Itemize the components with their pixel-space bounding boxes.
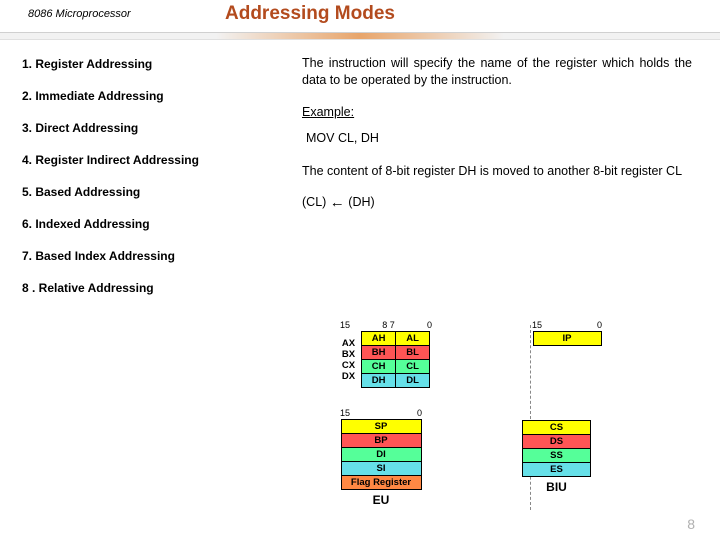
assignment-line: (CL) ← (DH) [302, 194, 692, 211]
reg-cell: DH [362, 374, 396, 388]
bit-label: 15 [340, 408, 350, 418]
reg-label: DX [342, 371, 355, 382]
assign-right: (DH) [348, 195, 374, 209]
reg-label: AX [342, 338, 355, 349]
title-underline [0, 32, 720, 40]
reg-cell: CS [523, 421, 591, 435]
reg-cell: CL [396, 360, 430, 374]
modes-list: 1. Register Addressing 2. Immediate Addr… [22, 55, 272, 313]
biu-registers: CS DS SS ES BIU [522, 408, 591, 507]
reg-cell: ES [523, 463, 591, 477]
register-diagram: 15 8 7 0 AX BX CX DX AHAL BHBL CHCL DHDL [340, 320, 690, 527]
arrow-left-icon: ← [330, 194, 345, 211]
bit-label: 15 [340, 320, 350, 330]
bit-label: 0 [417, 408, 422, 418]
bit-label: 0 [597, 320, 602, 330]
reg-cell: AH [362, 332, 396, 346]
page-title: Addressing Modes [225, 3, 395, 25]
eu-registers: 15 0 SP BP DI SI Flag Register EU [340, 408, 422, 507]
mode-item: 7. Based Index Addressing [22, 249, 272, 263]
reg-cell: SP [341, 420, 421, 434]
ip-register: 15 0 IP [532, 320, 602, 388]
mode-item: 8 . Relative Addressing [22, 281, 272, 295]
bit-label: 0 [427, 320, 432, 330]
assign-left: (CL) [302, 195, 326, 209]
reg-cell: CH [362, 360, 396, 374]
reg-cell: Flag Register [341, 476, 421, 490]
mode-item: 4. Register Indirect Addressing [22, 153, 272, 167]
reg-cell: BH [362, 346, 396, 360]
content-column: The instruction will specify the name of… [302, 55, 692, 221]
reg-cell: DI [341, 448, 421, 462]
reg-cell: SS [523, 449, 591, 463]
gp-registers: 15 8 7 0 AX BX CX DX AHAL BHBL CHCL DHDL [340, 320, 432, 388]
example-label: Example: [302, 105, 692, 119]
description: The instruction will specify the name of… [302, 55, 692, 89]
reg-cell: DL [396, 374, 430, 388]
mode-item: 2. Immediate Addressing [22, 89, 272, 103]
reg-cell: SI [341, 462, 421, 476]
biu-label: BIU [546, 480, 567, 494]
reg-label: CX [342, 360, 355, 371]
reg-cell: BP [341, 434, 421, 448]
reg-cell: IP [533, 332, 601, 346]
page-number: 8 [687, 516, 695, 532]
description-2: The content of 8-bit register DH is move… [302, 163, 692, 180]
bit-label: 15 [532, 320, 542, 330]
reg-cell: DS [523, 435, 591, 449]
reg-cell: AL [396, 332, 430, 346]
reg-cell: BL [396, 346, 430, 360]
mode-item: 5. Based Addressing [22, 185, 272, 199]
eu-label: EU [373, 493, 390, 507]
mode-item: 3. Direct Addressing [22, 121, 272, 135]
example-code: MOV CL, DH [302, 129, 383, 149]
mode-item: 6. Indexed Addressing [22, 217, 272, 231]
header-small: 8086 Microprocessor [28, 8, 131, 20]
reg-label: BX [342, 349, 355, 360]
mode-item: 1. Register Addressing [18, 55, 272, 75]
bit-label: 8 7 [382, 320, 395, 330]
